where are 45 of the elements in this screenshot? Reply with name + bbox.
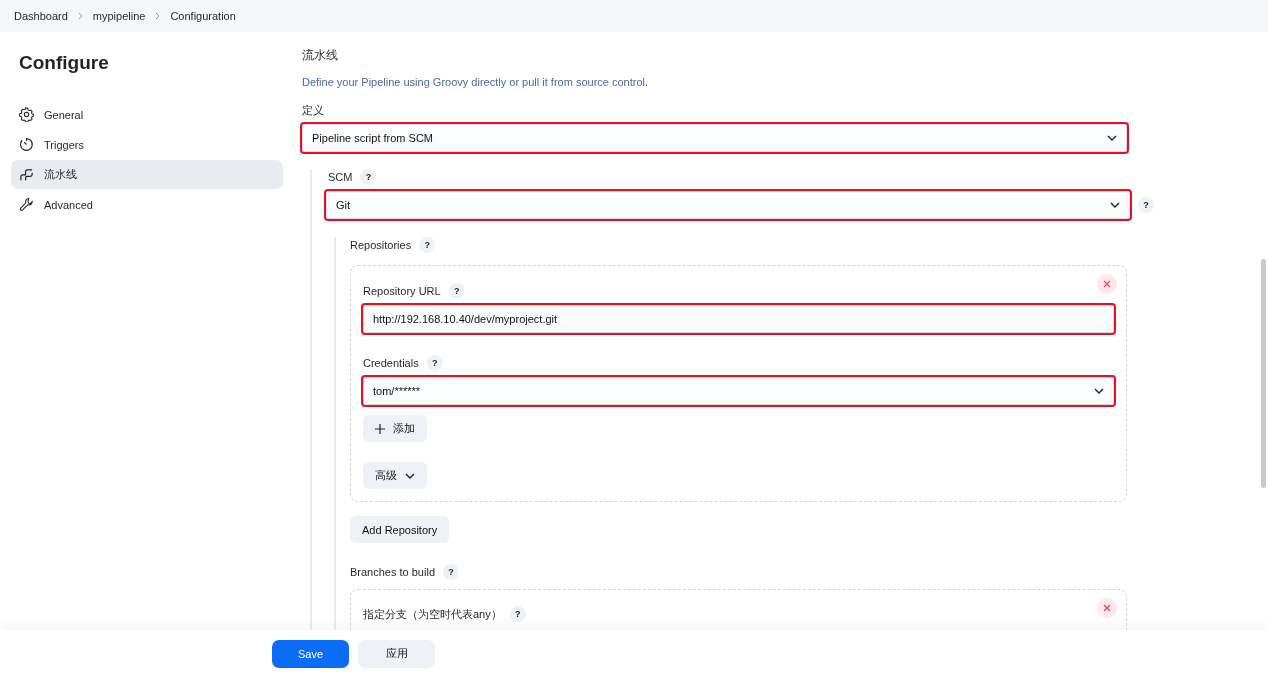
- sidebar-item[interactable]: Advanced: [11, 190, 283, 219]
- breadcrumb-link[interactable]: Dashboard: [14, 10, 68, 22]
- dropdown[interactable]: Pipeline script from SCM: [302, 124, 1127, 152]
- settings-icon: [19, 107, 34, 122]
- timer-icon: [19, 137, 34, 152]
- breadcrumb-link[interactable]: mypipeline: [92, 10, 146, 22]
- field-label: SCM: [328, 171, 353, 183]
- sidebar-item[interactable]: Triggers: [11, 130, 283, 159]
- field-label: 定义: [302, 103, 324, 118]
- sidebar-item[interactable]: General: [11, 100, 283, 129]
- field-label: 指定分支（为空时代表any）: [363, 606, 502, 622]
- field-label: Branches to build: [350, 566, 435, 578]
- chevron-down-icon: [405, 472, 415, 479]
- add-repository-button[interactable]: Add Repository: [350, 516, 450, 543]
- help-button[interactable]: ?: [448, 283, 465, 299]
- page-title: Configure: [19, 52, 110, 74]
- chevron-down-icon: [1094, 388, 1104, 394]
- chevron-right-icon: [77, 12, 83, 20]
- field-label: Repositories: [350, 239, 412, 251]
- scrollbar-thumb[interactable]: [1261, 259, 1266, 488]
- help-button[interactable]: ?: [1138, 197, 1154, 213]
- field-label: Repository URL: [363, 285, 441, 297]
- advanced-button[interactable]: 高级: [363, 462, 427, 489]
- field-label: Credentials: [363, 357, 419, 369]
- chevron-down-icon: [1110, 202, 1120, 208]
- plus-icon: [375, 423, 385, 434]
- dropdown[interactable]: tom/******: [363, 377, 1114, 405]
- breadcrumb-link[interactable]: Configuration: [170, 10, 236, 22]
- wrench-icon: [19, 197, 34, 212]
- section-title: 流水线: [302, 47, 339, 64]
- sidebar-item[interactable]: 流水线: [11, 160, 283, 189]
- dropdown[interactable]: Git: [326, 191, 1130, 219]
- add-button[interactable]: 添加: [363, 415, 427, 442]
- help-button[interactable]: ?: [419, 237, 436, 253]
- pipeline-icon: [19, 167, 34, 182]
- help-button[interactable]: ?: [426, 355, 443, 371]
- save-button[interactable]: Save: [272, 639, 349, 668]
- chevron-down-icon: [1107, 135, 1117, 141]
- input-field[interactable]: http://192.168.10.40/dev/myproject.git: [363, 305, 1114, 333]
- apply-button[interactable]: 应用: [358, 639, 435, 668]
- help-button[interactable]: ?: [443, 564, 459, 580]
- help-button[interactable]: ?: [509, 606, 526, 622]
- chevron-right-icon: [155, 12, 161, 20]
- section-description: Define your Pipeline using Groovy directly or pull it from source control.: [302, 76, 650, 88]
- help-button[interactable]: ?: [360, 169, 377, 185]
